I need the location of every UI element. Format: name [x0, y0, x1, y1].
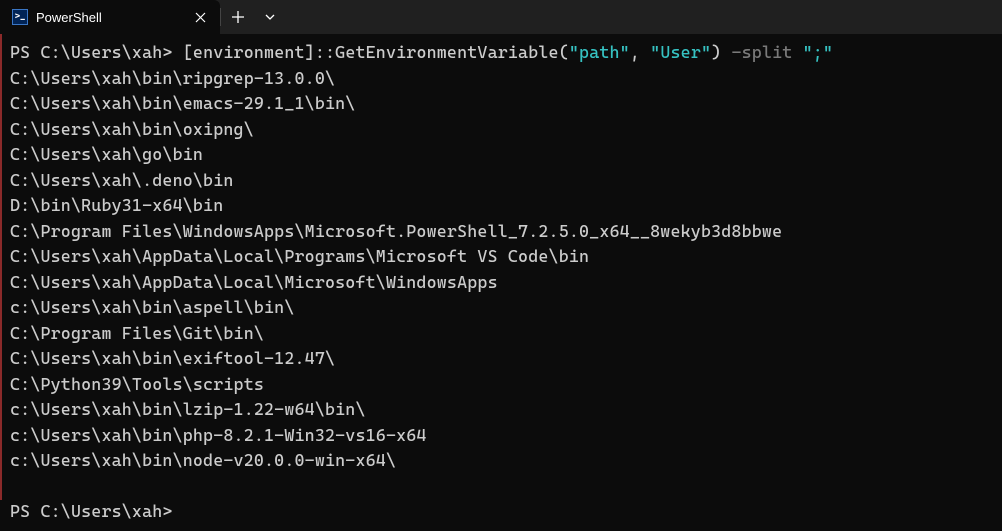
command-string: "path" [569, 42, 630, 62]
output-line: C:\Users\xah\AppData\Local\Programs\Micr… [10, 244, 992, 270]
prompt: PS C:\Users\xah> [10, 42, 183, 62]
command-text: ::GetEnvironmentVariable( [315, 42, 569, 62]
tab-dropdown-button[interactable] [255, 0, 285, 34]
command-text [792, 42, 802, 62]
powershell-icon: >_ [12, 9, 28, 25]
output-line: C:\Python39\Tools\scripts [10, 372, 992, 398]
close-icon[interactable] [190, 7, 210, 27]
output-line: C:\Users\xah\bin\exiftool-12.47\ [10, 346, 992, 372]
command-text: [environment] [183, 42, 315, 62]
command-text: , [630, 42, 650, 62]
command-string: ";" [803, 42, 833, 62]
tab-title: PowerShell [36, 10, 190, 25]
output-line: C:\Users\xah\go\bin [10, 142, 992, 168]
output-line: C:\Program Files\WindowsApps\Microsoft.P… [10, 219, 992, 245]
command-string: "User" [650, 42, 711, 62]
output-line: C:\Users\xah\bin\emacs-29.1_1\bin\ [10, 91, 992, 117]
left-border-accent [0, 34, 2, 500]
output-line: C:\Users\xah\AppData\Local\Microsoft\Win… [10, 270, 992, 296]
terminal-output[interactable]: PS C:\Users\xah> [environment]::GetEnvir… [0, 34, 1002, 531]
output-line: C:\Users\xah\.deno\bin [10, 168, 992, 194]
output-line: c:\Users\xah\bin\lzip-1.22-w64\bin\ [10, 397, 992, 423]
output-line: C:\Users\xah\bin\ripgrep-13.0.0\ [10, 66, 992, 92]
output-line: c:\Users\xah\bin\aspell\bin\ [10, 295, 992, 321]
prompt: PS C:\Users\xah> [10, 501, 173, 521]
output-line: C:\Program Files\Git\bin\ [10, 321, 992, 347]
tab-powershell[interactable]: >_ PowerShell [0, 0, 220, 34]
output-line: c:\Users\xah\bin\php-8.2.1-Win32-vs16-x6… [10, 423, 992, 449]
titlebar: >_ PowerShell [0, 0, 1002, 34]
command-text: ) [711, 42, 731, 62]
command-param: -split [731, 42, 792, 62]
output-line: C:\Users\xah\bin\oxipng\ [10, 117, 992, 143]
output-line: c:\Users\xah\bin\node-v20.0.0-win-x64\ [10, 448, 992, 474]
new-tab-button[interactable] [221, 0, 255, 34]
output-line: D:\bin\Ruby31-x64\bin [10, 193, 992, 219]
